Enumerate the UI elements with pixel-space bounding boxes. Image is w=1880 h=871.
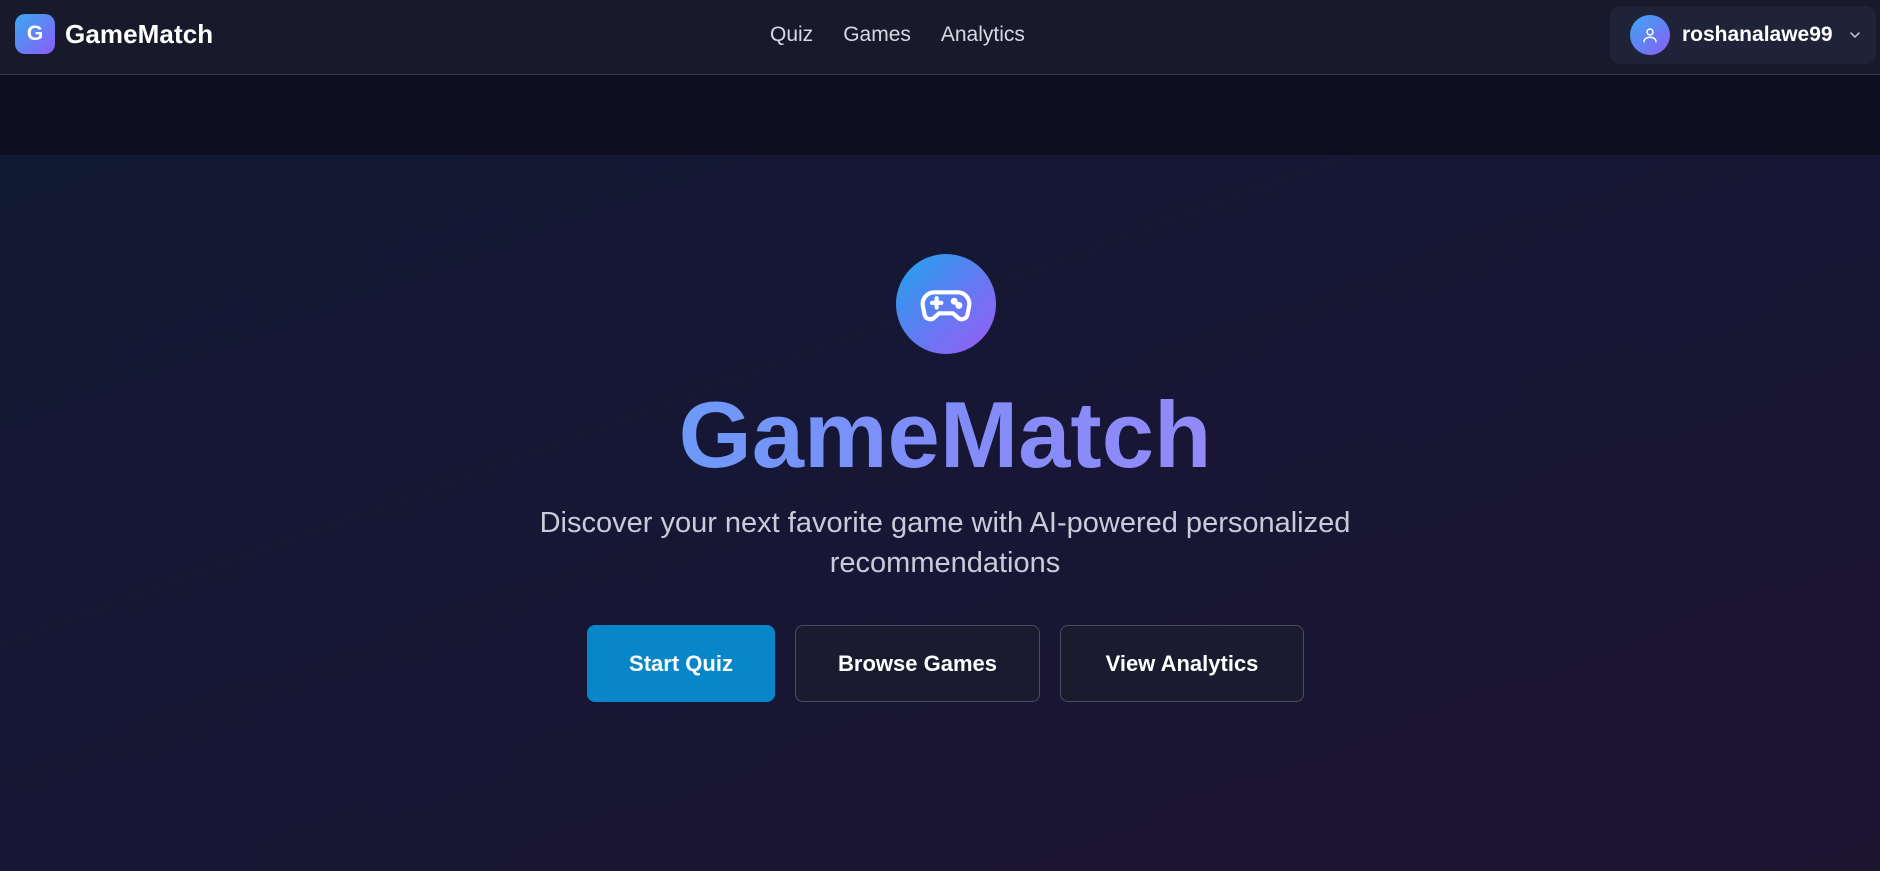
main-nav: Quiz Games Analytics bbox=[770, 20, 1055, 50]
header-spacer bbox=[0, 75, 1880, 155]
nav-link-quiz[interactable]: Quiz bbox=[770, 23, 813, 47]
hero-subtitle-line-2: recommendations bbox=[829, 547, 1061, 579]
avatar bbox=[1630, 15, 1670, 55]
view-analytics-button[interactable]: View Analytics bbox=[1060, 625, 1304, 702]
hero-subtitle: Discover your next favorite game with AI… bbox=[440, 503, 1450, 583]
nav-link-games[interactable]: Games bbox=[843, 23, 911, 47]
hero-title: GameMatch bbox=[0, 380, 1880, 490]
username: roshanalawe99 bbox=[1682, 23, 1833, 46]
gamepad-icon bbox=[896, 254, 996, 354]
brand[interactable]: G GameMatch bbox=[15, 14, 213, 54]
brand-name[interactable]: GameMatch bbox=[65, 19, 213, 50]
top-navbar: G GameMatch Quiz Games Analytics roshana… bbox=[0, 0, 1880, 75]
start-quiz-button[interactable]: Start Quiz bbox=[587, 625, 775, 702]
chevron-down-icon bbox=[1847, 27, 1863, 43]
nav-link-analytics[interactable]: Analytics bbox=[941, 23, 1025, 47]
browse-games-button[interactable]: Browse Games bbox=[795, 625, 1040, 702]
user-menu-button[interactable]: roshanalawe99 bbox=[1610, 6, 1876, 64]
user-icon bbox=[1643, 28, 1657, 43]
hero-section: GameMatch Discover your next favorite ga… bbox=[0, 155, 1880, 871]
hero-subtitle-line-1: Discover your next favorite game with AI… bbox=[539, 507, 1351, 539]
brand-logo[interactable]: G bbox=[15, 14, 55, 54]
